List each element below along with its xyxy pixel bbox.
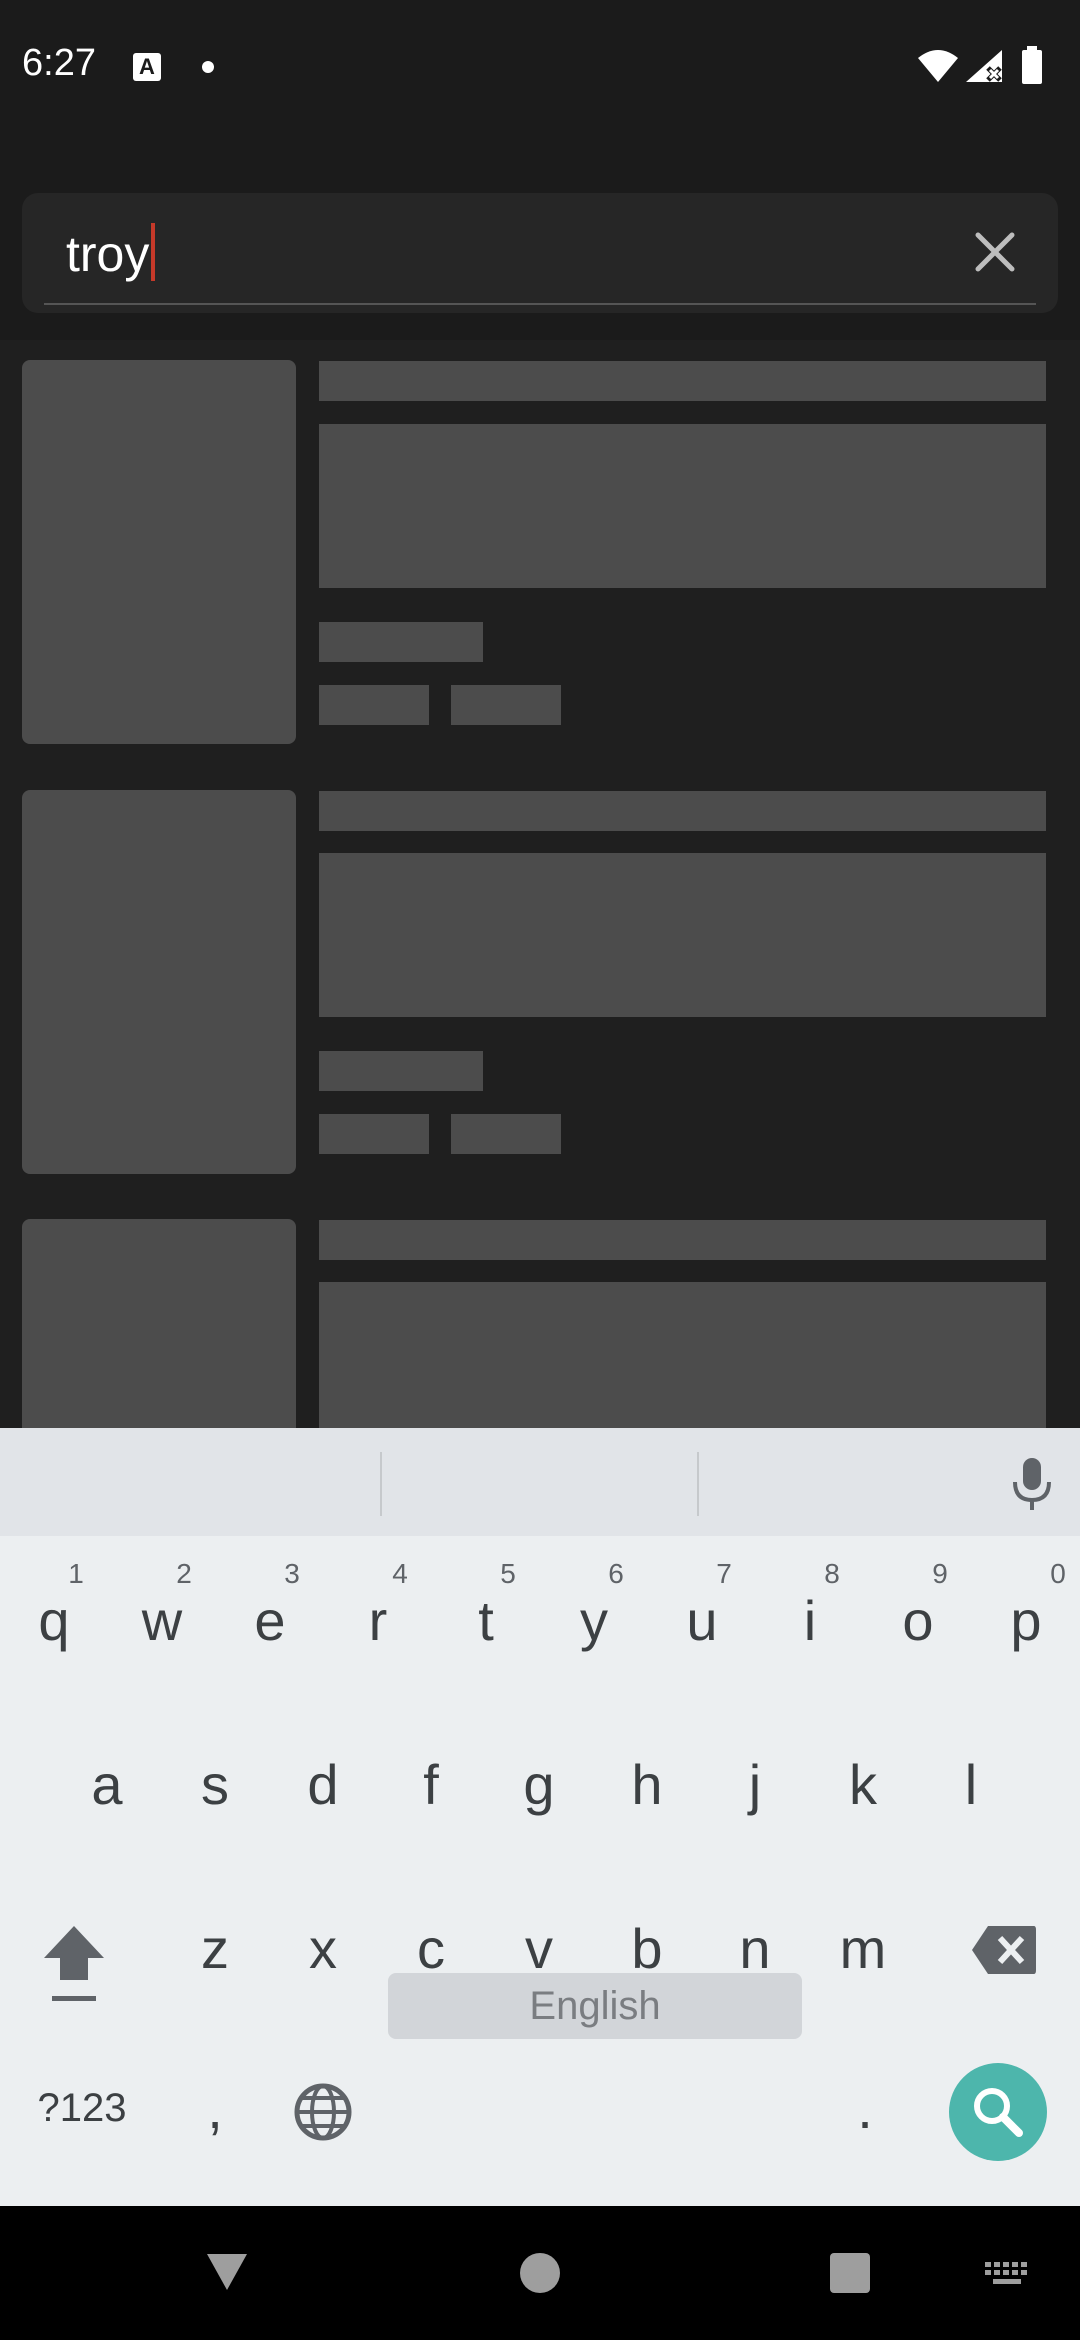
skeleton-title (319, 361, 1046, 401)
key-q[interactable]: q (14, 1588, 94, 1653)
skeleton-description (319, 1282, 1046, 1442)
key-r[interactable]: r (338, 1588, 418, 1653)
close-icon[interactable] (970, 227, 1020, 277)
key-t[interactable]: t (446, 1588, 526, 1653)
search-underline (44, 303, 1036, 305)
status-icons (918, 46, 1042, 84)
suggestion-strip (0, 1428, 1080, 1536)
key-k[interactable]: k (823, 1752, 903, 1817)
search-input[interactable]: troy (66, 223, 156, 283)
search-field[interactable]: troy (22, 193, 1058, 313)
key-hint-1: 1 (68, 1558, 84, 1589)
key-d[interactable]: d (283, 1752, 363, 1817)
skeleton-title (319, 1220, 1046, 1260)
key-hint-9: 9 (932, 1558, 948, 1589)
text-cursor (151, 223, 156, 281)
skeleton-thumbnail (22, 790, 296, 1174)
key-c[interactable]: c (391, 1916, 471, 1981)
home-icon[interactable] (519, 2252, 561, 2294)
key-hint-6: 6 (608, 1558, 624, 1589)
shift-icon[interactable] (40, 1920, 108, 2010)
skeleton-tag (319, 1114, 429, 1154)
key-l[interactable]: l (931, 1752, 1011, 1817)
skeleton-thumbnail (22, 360, 296, 744)
skeleton-title (319, 791, 1046, 831)
comma-key[interactable]: , (190, 2076, 240, 2141)
key-f[interactable]: f (391, 1752, 471, 1817)
symbols-key[interactable]: ?123 (22, 2086, 142, 2131)
key-z[interactable]: z (175, 1916, 255, 1981)
notification-a-icon: A (133, 53, 161, 81)
status-bar: 6:27 A (0, 0, 1080, 135)
microphone-icon[interactable] (1010, 1456, 1054, 1512)
key-b[interactable]: b (607, 1916, 687, 1981)
soft-keyboard (0, 1428, 1080, 2206)
skeleton-meta (319, 1051, 483, 1091)
skeleton-description (319, 424, 1046, 588)
key-hint-0: 0 (1050, 1558, 1066, 1589)
key-n[interactable]: n (715, 1916, 795, 1981)
key-o[interactable]: o (878, 1588, 958, 1653)
skeleton-tag (451, 1114, 561, 1154)
notification-dot-icon (202, 61, 214, 73)
key-h[interactable]: h (607, 1752, 687, 1817)
key-hint-3: 3 (284, 1558, 300, 1589)
key-j[interactable]: j (715, 1752, 795, 1817)
back-icon[interactable] (205, 2252, 249, 2292)
search-query-text: troy (66, 226, 150, 282)
key-hint-8: 8 (824, 1558, 840, 1589)
recents-icon[interactable] (829, 2252, 871, 2294)
key-x[interactable]: x (283, 1916, 363, 1981)
suggestion-divider (697, 1452, 699, 1516)
key-hint-4: 4 (392, 1558, 408, 1589)
signal-off-icon (966, 50, 1002, 82)
battery-icon (1022, 46, 1042, 84)
key-hint-5: 5 (500, 1558, 516, 1589)
globe-icon[interactable] (293, 2082, 353, 2142)
wifi-icon (918, 50, 958, 82)
key-w[interactable]: w (122, 1588, 202, 1653)
key-u[interactable]: u (662, 1588, 742, 1653)
period-key[interactable]: . (840, 2076, 890, 2141)
key-y[interactable]: y (554, 1588, 634, 1653)
key-m[interactable]: m (823, 1916, 903, 1981)
key-a[interactable]: a (67, 1752, 147, 1817)
skeleton-tag (319, 685, 429, 725)
navigation-bar (0, 2206, 1080, 2340)
space-bar[interactable]: English (388, 1973, 802, 2039)
status-time: 6:27 (22, 42, 96, 84)
skeleton-thumbnail (22, 1219, 296, 1439)
skeleton-meta (319, 622, 483, 662)
search-icon (974, 2088, 1023, 2137)
key-e[interactable]: e (230, 1588, 310, 1653)
key-v[interactable]: v (499, 1916, 579, 1981)
key-hint-7: 7 (716, 1558, 732, 1589)
key-hint-2: 2 (176, 1558, 192, 1589)
key-i[interactable]: i (770, 1588, 850, 1653)
keyboard-switch-icon[interactable] (985, 2262, 1029, 2288)
key-g[interactable]: g (499, 1752, 579, 1817)
skeleton-tag (451, 685, 561, 725)
key-s[interactable]: s (175, 1752, 255, 1817)
key-p[interactable]: p (986, 1588, 1066, 1653)
suggestion-divider (380, 1452, 382, 1516)
skeleton-description (319, 853, 1046, 1017)
search-action-key[interactable] (949, 2063, 1047, 2161)
backspace-icon[interactable] (970, 1924, 1038, 1976)
